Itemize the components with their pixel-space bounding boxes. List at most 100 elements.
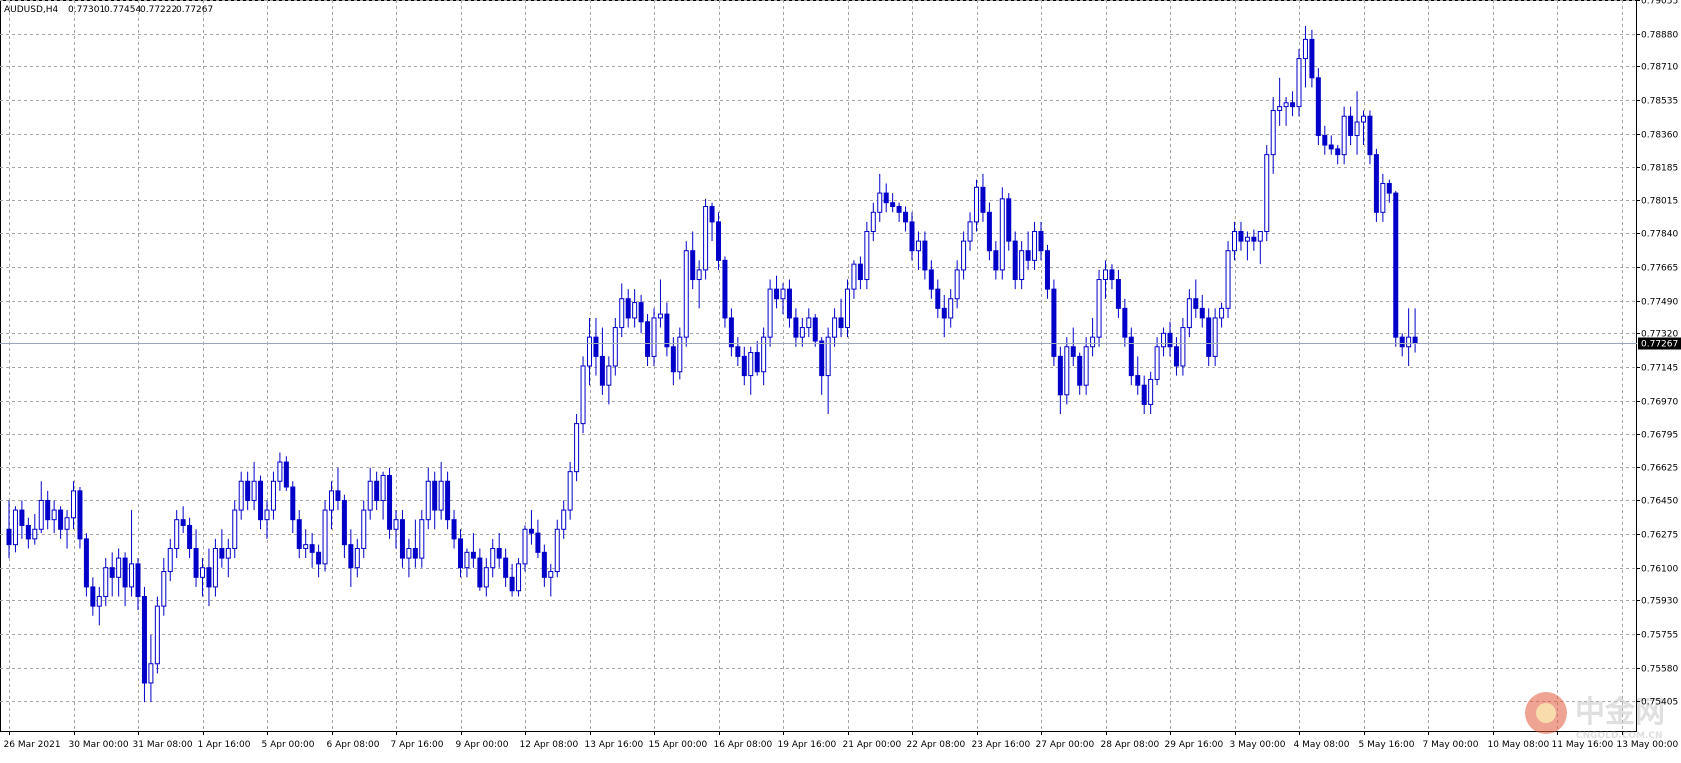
x-tick-label: 16 Apr 08:00 (714, 740, 773, 750)
candle (587, 317, 592, 386)
candle (1128, 327, 1134, 386)
candle-body-bear (754, 352, 760, 373)
candle-body-bear (399, 519, 405, 559)
candle-body-bear (245, 480, 251, 501)
candle (64, 510, 70, 549)
candle (51, 500, 57, 534)
candle-body-bull (483, 567, 489, 588)
candle-body-bull (825, 336, 831, 377)
candle (451, 510, 457, 549)
candle-body-bull (780, 288, 786, 300)
candle (1064, 337, 1070, 405)
candle-body-bull (845, 288, 850, 329)
candle (922, 231, 928, 280)
candle (1373, 148, 1379, 222)
candle-body-bull (767, 288, 773, 338)
candle-body-bull (490, 547, 496, 569)
candle (1167, 321, 1173, 357)
x-tick-label: 26 Mar 2021 (4, 740, 61, 750)
candle-body-bull (864, 230, 870, 281)
y-tick-label: 0.76625 (1641, 464, 1678, 474)
candle-body-bull (696, 269, 702, 281)
candle-body-bull (915, 240, 921, 252)
candle-body-bear (1315, 77, 1321, 136)
candle (986, 202, 992, 261)
candle-body-bull (425, 480, 431, 521)
candle (1328, 135, 1334, 155)
candle-body-bear (445, 480, 451, 521)
candle (1161, 327, 1167, 357)
candle (490, 538, 496, 578)
candle-body-bear (1386, 182, 1392, 194)
candle (399, 510, 405, 568)
candle-body-bear (1238, 230, 1244, 242)
candle (96, 586, 102, 626)
candle (1199, 294, 1205, 328)
candle-body-bear (470, 551, 476, 559)
candle (793, 308, 799, 347)
candle-body-bear (1367, 115, 1373, 156)
candle-body-bull (548, 571, 554, 578)
x-tick-label: 23 Apr 16:00 (972, 740, 1031, 750)
candle (38, 481, 44, 534)
grid (0, 0, 1636, 731)
candle-body-bull (1406, 336, 1412, 348)
candle-body-bull (1361, 115, 1366, 123)
candle-body-bull (522, 528, 528, 565)
candle (12, 506, 18, 553)
y-tick-label: 0.76970 (1641, 398, 1678, 408)
candle-body-bear (1206, 317, 1212, 357)
candle (129, 510, 135, 597)
candle (528, 510, 534, 545)
candle (90, 577, 96, 616)
candle-body-bear (1335, 148, 1341, 156)
candle (122, 552, 128, 607)
candle (32, 513, 38, 545)
candle (496, 533, 502, 568)
candle-body-bear (1109, 269, 1115, 281)
candle (387, 467, 393, 539)
candle (322, 500, 328, 572)
candle-body-bear (1006, 198, 1012, 242)
candle-body-bull (51, 509, 57, 521)
candle (412, 519, 418, 568)
y-tick-label: 0.76450 (1641, 497, 1678, 507)
candle-body-bull (748, 352, 754, 377)
candle (1257, 230, 1263, 265)
candle (1212, 308, 1218, 366)
candle (1348, 106, 1354, 146)
candle (1412, 308, 1418, 353)
x-tick-label: 19 Apr 16:00 (778, 740, 837, 750)
candle (915, 231, 921, 270)
y-tick-label: 0.76795 (1641, 431, 1678, 441)
candle-body-bull (200, 567, 205, 578)
candle-body-bear (316, 551, 322, 565)
candle-body-bull (1225, 250, 1231, 309)
info-open: 0.77301 (68, 5, 105, 15)
candle (1380, 173, 1386, 222)
candle-body-bear (1025, 250, 1031, 261)
candle (516, 558, 522, 597)
candle (883, 183, 889, 213)
candle-body-bull (1257, 230, 1263, 242)
candle (1219, 302, 1225, 328)
candle (709, 202, 715, 242)
candle-body-bull (174, 519, 180, 549)
candle-body-bull (129, 563, 135, 588)
candle-body-bull (1161, 332, 1167, 348)
candle-body-bear (1309, 38, 1315, 79)
candle-body-bull (554, 528, 560, 573)
y-tick-label: 0.78535 (1641, 97, 1678, 107)
candle-body-bear (90, 586, 96, 607)
candle (1386, 179, 1392, 203)
current-price-label: 0.77267 (1638, 337, 1681, 350)
candle-body-bull (1264, 154, 1270, 232)
candle (1251, 229, 1257, 251)
candle-body-bull (683, 250, 689, 338)
candle (657, 279, 663, 328)
candle (1096, 269, 1102, 347)
candle (438, 462, 444, 520)
candle-body-bull (212, 547, 218, 588)
candle-body-bear (341, 499, 347, 546)
candle (780, 283, 786, 315)
